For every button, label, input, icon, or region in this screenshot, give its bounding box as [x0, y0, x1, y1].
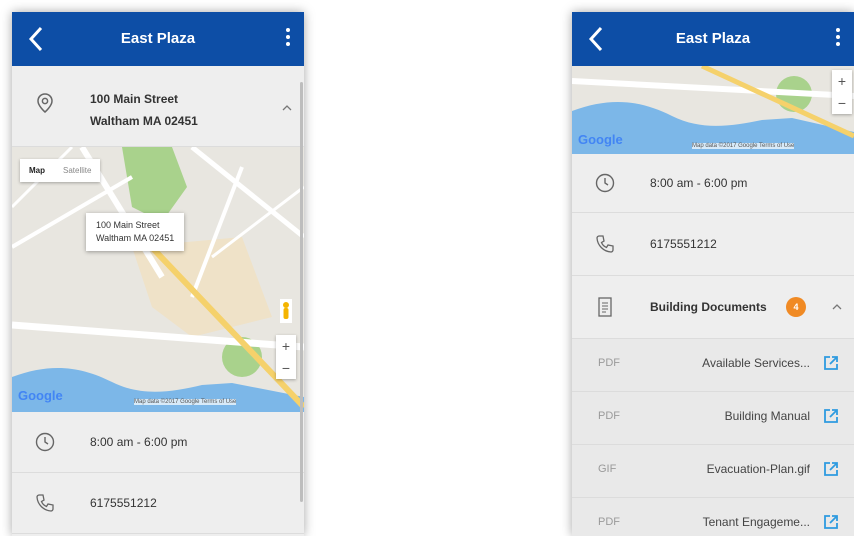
- document-row[interactable]: GIF Evacuation-Plan.gif: [572, 445, 854, 498]
- clock-icon: [35, 432, 55, 452]
- phone-screen-right: East Plaza + − Google Map data ©2017 Goo…: [572, 12, 854, 536]
- document-type: PDF: [598, 516, 620, 528]
- open-external-icon[interactable]: [822, 354, 840, 372]
- page-title: East Plaza: [120, 30, 196, 47]
- phone-icon: [36, 494, 54, 512]
- page-title: East Plaza: [675, 30, 751, 47]
- zoom-out-button[interactable]: −: [276, 357, 296, 379]
- address-line1: 100 Main Street: [90, 92, 179, 106]
- phone-link[interactable]: 6175551212: [90, 496, 157, 510]
- open-external-icon[interactable]: [822, 407, 840, 425]
- hours-text: 8:00 am - 6:00 pm: [650, 176, 748, 190]
- address-row[interactable]: 100 Main Street Waltham MA 02451: [12, 66, 304, 147]
- more-vert-icon[interactable]: [284, 28, 292, 50]
- hours-text: 8:00 am - 6:00 pm: [90, 435, 188, 449]
- popup-line1: 100 Main Street: [96, 220, 160, 230]
- document-row[interactable]: PDF Available Services...: [572, 339, 854, 392]
- chevron-up-icon[interactable]: [832, 303, 842, 311]
- app-bar: East Plaza: [12, 12, 304, 66]
- document-type: PDF: [598, 357, 620, 369]
- phone-link[interactable]: 6175551212: [650, 237, 717, 251]
- zoom-in-button[interactable]: +: [276, 335, 296, 357]
- zoom-in-button[interactable]: +: [832, 70, 852, 92]
- document-icon: [598, 297, 612, 317]
- map-info-window: 100 Main Street Waltham MA 02451: [86, 213, 185, 251]
- more-vert-icon[interactable]: [834, 28, 842, 50]
- scrollbar[interactable]: [300, 82, 303, 502]
- document-type: PDF: [598, 410, 620, 422]
- document-name[interactable]: Building Manual: [725, 409, 810, 423]
- document-row[interactable]: PDF Building Manual: [572, 392, 854, 445]
- building-documents-label: Building Documents: [650, 300, 767, 314]
- zoom-control: + −: [832, 70, 852, 114]
- phone-row[interactable]: 6175551212: [12, 473, 304, 534]
- hours-row: 8:00 am - 6:00 pm: [12, 412, 304, 473]
- phone-row[interactable]: 6175551212: [572, 213, 854, 276]
- document-row[interactable]: PDF Tenant Engageme...: [572, 498, 854, 536]
- popup-line2: Waltham MA 02451: [96, 233, 175, 243]
- app-bar: East Plaza: [572, 12, 854, 66]
- satellite-tab[interactable]: Satellite: [54, 159, 100, 182]
- map-view[interactable]: + − Google Map data ©2017 Google Terms o…: [572, 66, 854, 154]
- map-tab[interactable]: Map: [20, 159, 54, 182]
- document-name[interactable]: Evacuation-Plan.gif: [707, 462, 810, 476]
- document-name[interactable]: Available Services...: [702, 356, 810, 370]
- building-documents-row[interactable]: Building Documents 4: [572, 276, 854, 339]
- google-logo: Google: [18, 388, 63, 403]
- document-count-badge: 4: [786, 297, 806, 317]
- phone-icon: [596, 235, 614, 253]
- location-pin-icon: [37, 93, 53, 113]
- map-attribution[interactable]: Map data ©2017 Google Terms of Use: [134, 399, 237, 405]
- document-type: GIF: [598, 463, 617, 475]
- open-external-icon[interactable]: [822, 513, 840, 531]
- pegman-icon[interactable]: [280, 299, 292, 323]
- map-view[interactable]: Map Satellite 100 Main Street Waltham MA…: [12, 147, 304, 412]
- map-attribution[interactable]: Map data ©2017 Google Terms of Use: [692, 143, 795, 149]
- google-logo: Google: [578, 132, 623, 147]
- clock-icon: [595, 173, 615, 193]
- phone-screen-left: East Plaza 100 Main Street Waltham MA 02…: [12, 12, 304, 536]
- zoom-out-button[interactable]: −: [832, 92, 852, 114]
- hours-row: 8:00 am - 6:00 pm: [572, 154, 854, 213]
- zoom-control: + −: [276, 335, 296, 379]
- chevron-up-icon[interactable]: [282, 104, 292, 112]
- address-line2: Waltham MA 02451: [90, 114, 198, 128]
- document-name[interactable]: Tenant Engageme...: [703, 515, 810, 529]
- map-type-control: Map Satellite: [20, 159, 101, 182]
- map-canvas[interactable]: [12, 147, 304, 412]
- open-external-icon[interactable]: [822, 460, 840, 478]
